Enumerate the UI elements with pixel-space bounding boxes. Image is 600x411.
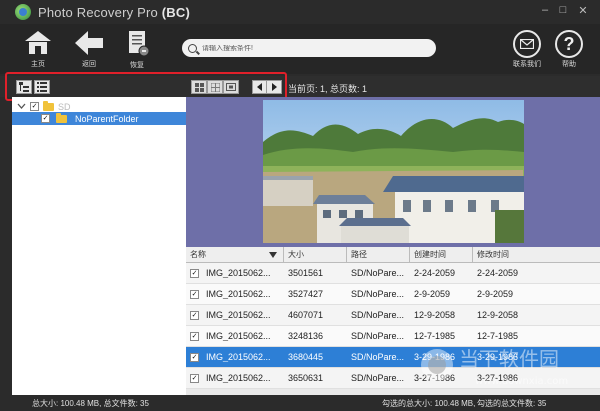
table-row[interactable]: ✓ IMG_2015062... 3501561 SD/NoPare... 2-2…	[186, 263, 600, 284]
row-created: 12-9-2058	[414, 310, 456, 320]
mail-icon	[513, 30, 541, 58]
table-row[interactable]: ✓ IMG_2015062... 3527427 SD/NoPare... 2-9…	[186, 284, 600, 305]
table-row[interactable]: ✓ IMG_2015062... 3650631 SD/NoPare... 3-2…	[186, 368, 600, 389]
row-modified: 3-27-1986	[477, 373, 519, 383]
tree-label-noparentfolder: NoParentFolder	[75, 113, 139, 124]
app-title: Photo Recovery Pro (BC)	[38, 4, 190, 20]
column-header-path[interactable]: 路径	[347, 247, 410, 262]
column-header-name[interactable]: 名称	[186, 247, 284, 262]
recover-document-icon	[129, 31, 150, 57]
search-box[interactable]	[182, 39, 436, 57]
total-summary: 总大小: 100.48 MB, 总文件数: 35	[32, 399, 149, 408]
image-preview-area	[186, 97, 600, 247]
row-checkbox[interactable]: ✓	[190, 331, 199, 341]
row-created: 3-29-1986	[414, 352, 456, 362]
row-size: 3650631	[288, 373, 324, 383]
folder-icon	[43, 100, 54, 111]
recover-button[interactable]: 恢复	[117, 30, 157, 70]
folder-icon	[56, 112, 67, 123]
row-path: SD/NoPare...	[351, 268, 405, 278]
row-modified: 2-9-2059	[477, 289, 514, 299]
row-checkbox[interactable]: ✓	[190, 373, 199, 383]
column-header-modified[interactable]: 修改时间	[473, 247, 600, 262]
back-button[interactable]: 返回	[69, 30, 109, 69]
row-created: 3-27-1986	[414, 373, 456, 383]
row-size: 4607071	[288, 310, 324, 320]
row-path: SD/NoPare...	[351, 373, 405, 383]
row-name: IMG_2015062...	[206, 352, 271, 362]
content-pane: 名称 大小 路径 创建时间 修改时间 ✓ IMG_2015062... 35015…	[186, 97, 600, 395]
table-header: 名称 大小 路径 创建时间 修改时间	[186, 247, 600, 263]
row-size: 3527427	[288, 289, 324, 299]
row-modified: 2-24-2059	[477, 268, 519, 278]
row-name: IMG_2015062...	[206, 310, 271, 320]
search-input[interactable]	[202, 44, 422, 52]
row-size: 3680445	[288, 352, 324, 362]
tree-label-sd: SD	[58, 101, 71, 112]
row-checkbox[interactable]: ✓	[190, 310, 199, 320]
row-name: IMG_2015062...	[206, 373, 271, 383]
home-button[interactable]: 主页	[18, 30, 58, 69]
row-name: IMG_2015062...	[206, 331, 271, 341]
row-modified: 12-9-2058	[477, 310, 519, 320]
close-button[interactable]: ✕	[576, 4, 590, 17]
row-checkbox[interactable]: ✓	[190, 352, 199, 362]
row-name: IMG_2015062...	[206, 289, 271, 299]
row-path: SD/NoPare...	[351, 352, 405, 362]
table-row[interactable]: ✓ IMG_2015062... 4607071 SD/NoPare... 12-…	[186, 305, 600, 326]
row-modified: 12-7-1985	[477, 331, 519, 341]
row-created: 12-7-1985	[414, 331, 456, 341]
tree-checkbox-noparentfolder[interactable]: ✓	[41, 114, 50, 123]
column-header-size[interactable]: 大小	[284, 247, 347, 262]
selected-count-summary: 勾选的总文件数: 35	[477, 399, 547, 408]
file-table: 名称 大小 路径 创建时间 修改时间 ✓ IMG_2015062... 35015…	[186, 247, 600, 389]
sort-desc-icon	[269, 252, 277, 258]
help-icon: ?	[555, 30, 583, 58]
home-icon	[25, 31, 51, 54]
chevron-down-icon[interactable]	[17, 102, 26, 111]
row-path: SD/NoPare...	[351, 289, 405, 299]
minimize-button[interactable]: –	[538, 4, 552, 16]
tree-checkbox-sd[interactable]: ✓	[30, 102, 39, 111]
row-size: 3501561	[288, 268, 324, 278]
table-row-selected[interactable]: ✓ IMG_2015062... 3680445 SD/NoPare... 3-2…	[186, 347, 600, 368]
folder-tree-pane: ✓ SD ✓ NoParentFolder	[12, 97, 186, 395]
maximize-button[interactable]: □	[556, 4, 570, 16]
page-info: 当前页: 1, 总页数: 1	[288, 84, 368, 94]
row-path: SD/NoPare...	[351, 310, 405, 320]
row-created: 2-24-2059	[414, 268, 456, 278]
selected-size-summary: 勾选的总大小: 100.48 MB,	[382, 399, 476, 408]
help-button[interactable]: ? 帮助	[549, 30, 589, 69]
row-checkbox[interactable]: ✓	[190, 268, 199, 278]
row-checkbox[interactable]: ✓	[190, 289, 199, 299]
app-logo-icon	[15, 4, 31, 20]
row-size: 3248136	[288, 331, 324, 341]
status-bar: 总大小: 100.48 MB, 总文件数: 35 勾选的总大小: 100.48 …	[0, 395, 600, 411]
search-icon	[188, 43, 197, 53]
row-modified: 3-29-1986	[477, 352, 519, 362]
row-path: SD/NoPare...	[351, 331, 405, 341]
row-created: 2-9-2059	[414, 289, 451, 299]
back-arrow-icon	[75, 31, 103, 55]
tree-item-noparentfolder[interactable]: ✓ NoParentFolder	[12, 112, 186, 125]
column-header-created[interactable]: 创建时间	[410, 247, 473, 262]
contact-us-button[interactable]: 联系我们	[507, 30, 547, 69]
row-name: IMG_2015062...	[206, 268, 271, 278]
table-row[interactable]: ✓ IMG_2015062... 3248136 SD/NoPare... 12-…	[186, 326, 600, 347]
title-bar: Photo Recovery Pro (BC)	[0, 0, 600, 24]
photo-preview	[263, 100, 524, 243]
